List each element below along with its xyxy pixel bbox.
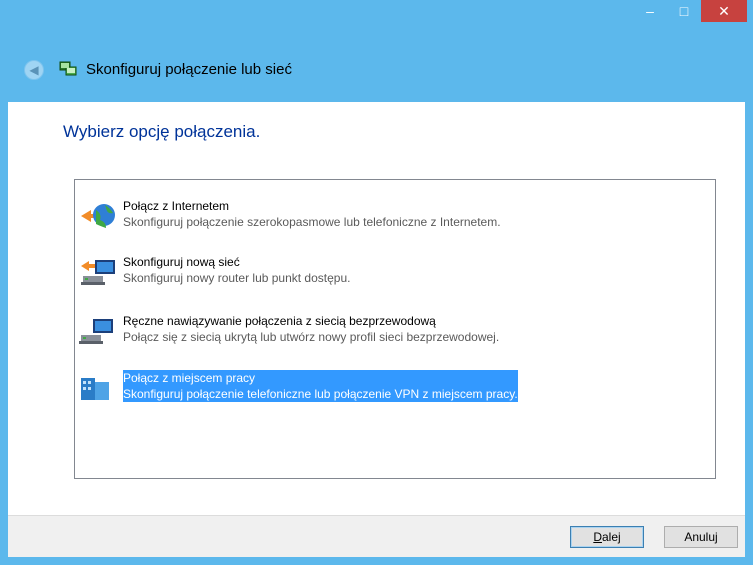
window-frame-bottom [0,557,753,565]
option-title: Połącz z Internetem [123,199,230,213]
option-description: Połącz się z siecią ukrytą lub utwórz no… [123,330,500,344]
next-mnemonic: D [593,530,602,544]
back-arrow-icon: ◀ [29,63,39,77]
title-bar[interactable]: – □ ✕ [0,0,753,40]
option-title: Skonfiguruj nową sieć [123,255,240,269]
option-connect-workplace[interactable]: Połącz z miejscem pracy Skonfiguruj połą… [79,366,595,406]
option-setup-new-network[interactable]: Skonfiguruj nową sieć Skonfiguruj nowy r… [79,250,595,290]
main-instruction: Wybierz opcję połączenia. [63,122,261,141]
workplace-vpn-icon [81,378,109,400]
button-bar: Dalej Anuluj [8,515,745,558]
option-text: Połącz z miejscem pracy Skonfiguruj połą… [123,370,518,402]
close-button[interactable]: ✕ [701,0,747,22]
option-manual-wireless[interactable]: Ręczne nawiązywanie połączenia z siecią … [79,309,595,349]
router-setup-icon [81,260,115,285]
window-frame-right [745,102,753,565]
globe-network-icon [81,204,115,228]
window-frame-left [0,102,8,565]
window-title: Skonfiguruj połączenie lub sieć [86,61,292,78]
content-area: Wybierz opcję połączenia. Połącz z Inter… [8,102,745,515]
next-button[interactable]: Dalej [570,526,644,548]
option-description: Skonfiguruj nowy router lub punkt dostęp… [123,271,351,285]
back-button[interactable]: ◀ [24,60,44,80]
option-text: Połącz z Internetem Skonfiguruj połączen… [123,198,501,230]
maximize-button[interactable]: □ [667,0,701,22]
option-title: Połącz z miejscem pracy [123,371,256,385]
option-title: Ręczne nawiązywanie połączenia z siecią … [123,314,436,328]
option-text: Skonfiguruj nową sieć Skonfiguruj nowy r… [123,254,350,286]
setup-connection-window: – □ ✕ ◀ Skonfiguruj połączenie lub sieć … [0,0,753,565]
wireless-network-icon [79,319,113,344]
option-description: Skonfiguruj połączenie szerokopasmowe lu… [123,215,501,229]
minimize-button[interactable]: – [633,0,667,22]
window-controls: – □ ✕ [633,0,747,30]
option-text: Ręczne nawiązywanie połączenia z siecią … [123,313,499,345]
option-description: Skonfiguruj połączenie telefoniczne lub … [123,387,518,401]
connection-options-list[interactable]: Połącz z Internetem Skonfiguruj połączen… [74,179,716,479]
header-row: ◀ Skonfiguruj połączenie lub sieć [0,40,753,102]
next-label-rest: alej [601,530,621,544]
cancel-button[interactable]: Anuluj [664,526,738,548]
option-connect-internet[interactable]: Połącz z Internetem Skonfiguruj połączen… [79,194,595,234]
network-icon [59,61,77,76]
